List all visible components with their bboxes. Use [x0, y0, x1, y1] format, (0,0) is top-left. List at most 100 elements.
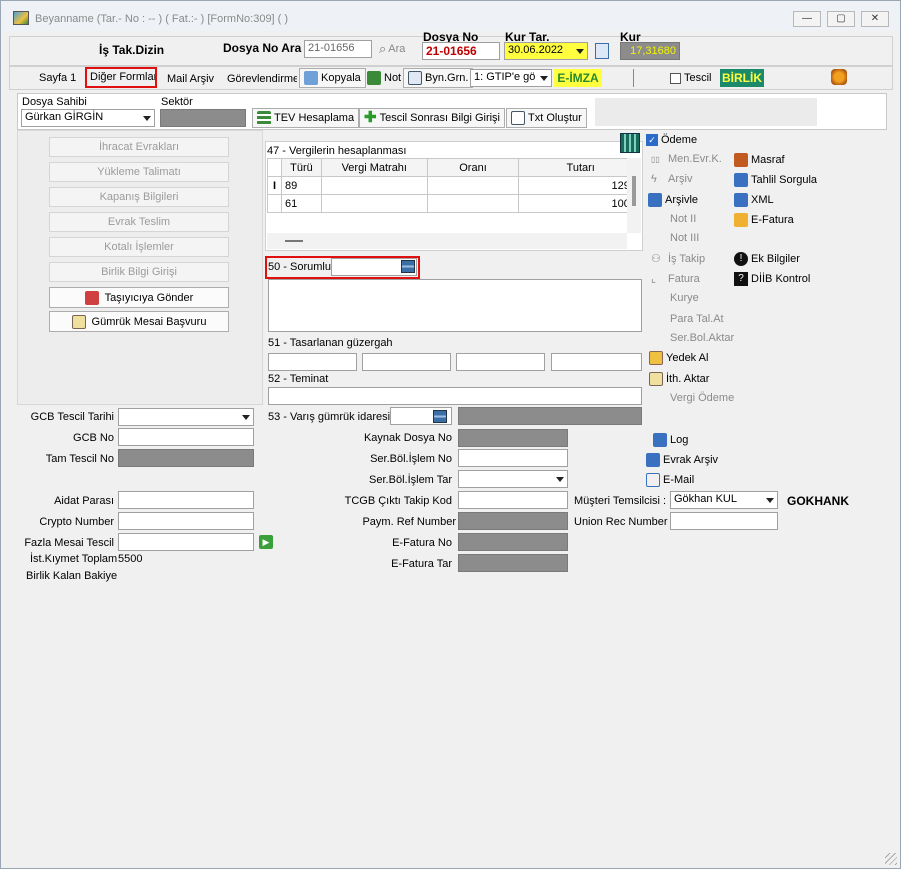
paym-ref-label: Paym. Ref Number — [362, 516, 456, 528]
dosya-no-ara-input[interactable]: 21-01656 — [304, 40, 372, 58]
ser-bol-islem-no-input[interactable] — [458, 449, 568, 467]
xml-button[interactable]: XML — [734, 193, 774, 207]
musteri-temsilcisi-select[interactable]: Gökhan KUL — [670, 491, 778, 509]
kaynak-dosya-no-field — [458, 429, 568, 447]
ser-bol-islem-no-label: Ser.Böl.İşlem No — [370, 453, 452, 465]
ara-button[interactable]: ⌕ Ara — [379, 41, 405, 57]
aidat-parasi-label: Aidat Parası — [54, 495, 114, 507]
gumruk-mesai-button[interactable]: Gümrük Mesai Başvuru — [49, 311, 229, 332]
not3-button[interactable]: Not III — [670, 232, 699, 244]
tev-hesaplama-button[interactable]: TEV Hesaplama — [252, 108, 360, 128]
not-button[interactable]: Not — [363, 68, 405, 88]
log-button[interactable]: Log — [653, 433, 688, 447]
tam-tescil-no-field — [118, 449, 254, 467]
gtip-select[interactable]: 1: GTIP'e gö — [470, 69, 552, 87]
box-icon — [734, 153, 748, 167]
kur-tar-select[interactable]: 30.06.2022 — [504, 42, 588, 60]
kurye-button[interactable]: Kurye — [670, 292, 699, 304]
text-file-icon — [511, 111, 525, 125]
efatura-button[interactable]: E-Fatura — [734, 213, 794, 227]
minimize-button[interactable]: — — [793, 11, 821, 27]
crypto-number-input[interactable] — [118, 512, 254, 530]
document-icon — [408, 71, 422, 85]
para-tal-at-button[interactable]: Para Tal.At — [670, 313, 724, 325]
ser-bol-islem-tar-label: Ser.Böl.İşlem Tar — [369, 474, 452, 486]
kotali-islemler-button[interactable]: Kotalı İşlemler — [49, 237, 229, 257]
separator — [633, 69, 634, 87]
guzergah-input-1[interactable] — [268, 353, 357, 371]
dosya-no-input[interactable]: 21-01656 — [422, 42, 500, 60]
not2-button[interactable]: Not II — [670, 213, 696, 225]
masraf-button[interactable]: Masraf — [734, 153, 785, 167]
tab-mail-arsiv[interactable]: Mail Arşiv — [167, 73, 214, 85]
tab-gorevlendirme[interactable]: Görevlendirme — [227, 73, 297, 85]
yukleme-talimati-button[interactable]: Yükleme Talimatı — [49, 162, 229, 182]
is-takip-dizin-link[interactable]: İş Tak.Dizin — [99, 43, 164, 57]
tahlil-sorgula-button[interactable]: Tahlil Sorgula — [734, 173, 817, 187]
title-bar: Beyanname (Tar.- No : -- ) ( Fat.:- ) [F… — [1, 1, 900, 31]
kapanis-bilgileri-button[interactable]: Kapanış Bilgileri — [49, 187, 229, 207]
kaynak-dosya-no-label: Kaynak Dosya No — [363, 432, 452, 444]
ith-aktar-button[interactable]: İth. Aktar — [649, 372, 709, 386]
table-row[interactable]: 61 100,0 — [267, 194, 627, 213]
lookup-icon[interactable] — [433, 410, 447, 423]
birlik-kalan-label: Birlik Kalan Bakiye — [26, 570, 118, 582]
copy-icon — [304, 71, 318, 85]
email-button[interactable]: E-Mail — [646, 473, 694, 487]
txt-olustur-button[interactable]: Txt Oluştur — [506, 108, 587, 128]
vergi-odeme-button[interactable]: Vergi Ödeme — [670, 392, 734, 404]
tcgb-cikti-input[interactable] — [458, 491, 568, 509]
blank-panel — [595, 98, 817, 126]
ser-bol-aktar-button[interactable]: Ser.Bol.Aktar — [670, 332, 734, 344]
play-icon[interactable]: ▶ — [259, 535, 273, 549]
odeme-checkbox[interactable]: ✓ Ödeme — [646, 134, 697, 146]
highlight-sorumlu — [265, 256, 420, 279]
dosya-sahibi-select[interactable]: Gürkan GİRGİN — [21, 109, 155, 127]
maximize-button[interactable]: ▢ — [827, 11, 855, 27]
guzergah-input-2[interactable] — [362, 353, 451, 371]
sorumlu-textarea[interactable] — [268, 279, 642, 332]
tab-sayfa1[interactable]: Sayfa 1 — [39, 72, 76, 84]
evrak-arsiv-button[interactable]: Evrak Arşiv — [646, 453, 718, 467]
birlik-badge[interactable]: BİRLİK — [720, 69, 764, 87]
dosya-sahibi-label: Dosya Sahibi — [22, 96, 87, 108]
guzergah-input-3[interactable] — [456, 353, 545, 371]
close-button[interactable]: ✕ — [861, 11, 889, 27]
gcb-no-input[interactable] — [118, 428, 254, 446]
ek-bilgiler-button[interactable]: ! Ek Bilgiler — [734, 252, 800, 266]
tasiyiciya-gonder-button[interactable]: Taşıyıcıya Gönder — [49, 287, 229, 308]
kopyala-button[interactable]: Kopyala — [299, 68, 366, 88]
dosya-no-ara-label: Dosya No Ara — [223, 41, 302, 55]
diib-kontrol-button[interactable]: ? DİİB Kontrol — [734, 272, 810, 286]
is-takip-button[interactable]: ⚇ İş Takip — [651, 252, 705, 266]
aidat-parasi-input[interactable] — [118, 491, 254, 509]
fazla-mesai-input[interactable] — [118, 533, 254, 551]
ihracat-evraklari-button[interactable]: İhracat Evrakları — [49, 137, 229, 157]
vergiler-vscroll[interactable] — [627, 158, 641, 233]
tescil-sonrasi-button[interactable]: ✚ Tescil Sonrası Bilgi Girişi — [359, 108, 505, 128]
table-row[interactable]: I 89 129,8 — [267, 176, 627, 195]
union-rec-input[interactable] — [670, 512, 778, 530]
byn-grn-button[interactable]: Byn.Grn. — [403, 68, 474, 88]
gcb-tescil-tarihi-select[interactable] — [118, 408, 254, 426]
guzergah-input-4[interactable] — [551, 353, 642, 371]
fatura-button[interactable]: ⌞ Fatura — [651, 272, 700, 286]
arsiv-button[interactable]: ϟ Arşiv — [651, 173, 692, 185]
ser-bol-islem-tar-select[interactable] — [458, 470, 568, 488]
vergiler-hscroll[interactable] — [267, 233, 627, 249]
birlik-bilgi-girisi-button[interactable]: Birlik Bilgi Girişi — [49, 262, 229, 282]
men-evr-k-button[interactable]: ▯▯ Men.Evr.K. — [651, 153, 722, 165]
calculator-icon[interactable] — [620, 133, 640, 153]
evrak-teslim-button[interactable]: Evrak Teslim — [49, 212, 229, 232]
envelope-icon — [646, 473, 660, 487]
teminat-input[interactable] — [268, 387, 642, 405]
tescil-checkbox[interactable]: Tescil — [670, 72, 712, 84]
yedek-al-button[interactable]: Yedek Al — [649, 351, 708, 365]
app-icon — [13, 11, 29, 25]
tam-tescil-no-label: Tam Tescil No — [45, 453, 114, 465]
people-icon[interactable] — [831, 69, 847, 85]
arsivle-button[interactable]: Arşivle — [648, 193, 698, 207]
e-imza-badge[interactable]: E-İMZA — [554, 69, 602, 87]
calendar-icon[interactable] — [595, 43, 609, 59]
resize-grip-icon[interactable] — [885, 853, 897, 865]
